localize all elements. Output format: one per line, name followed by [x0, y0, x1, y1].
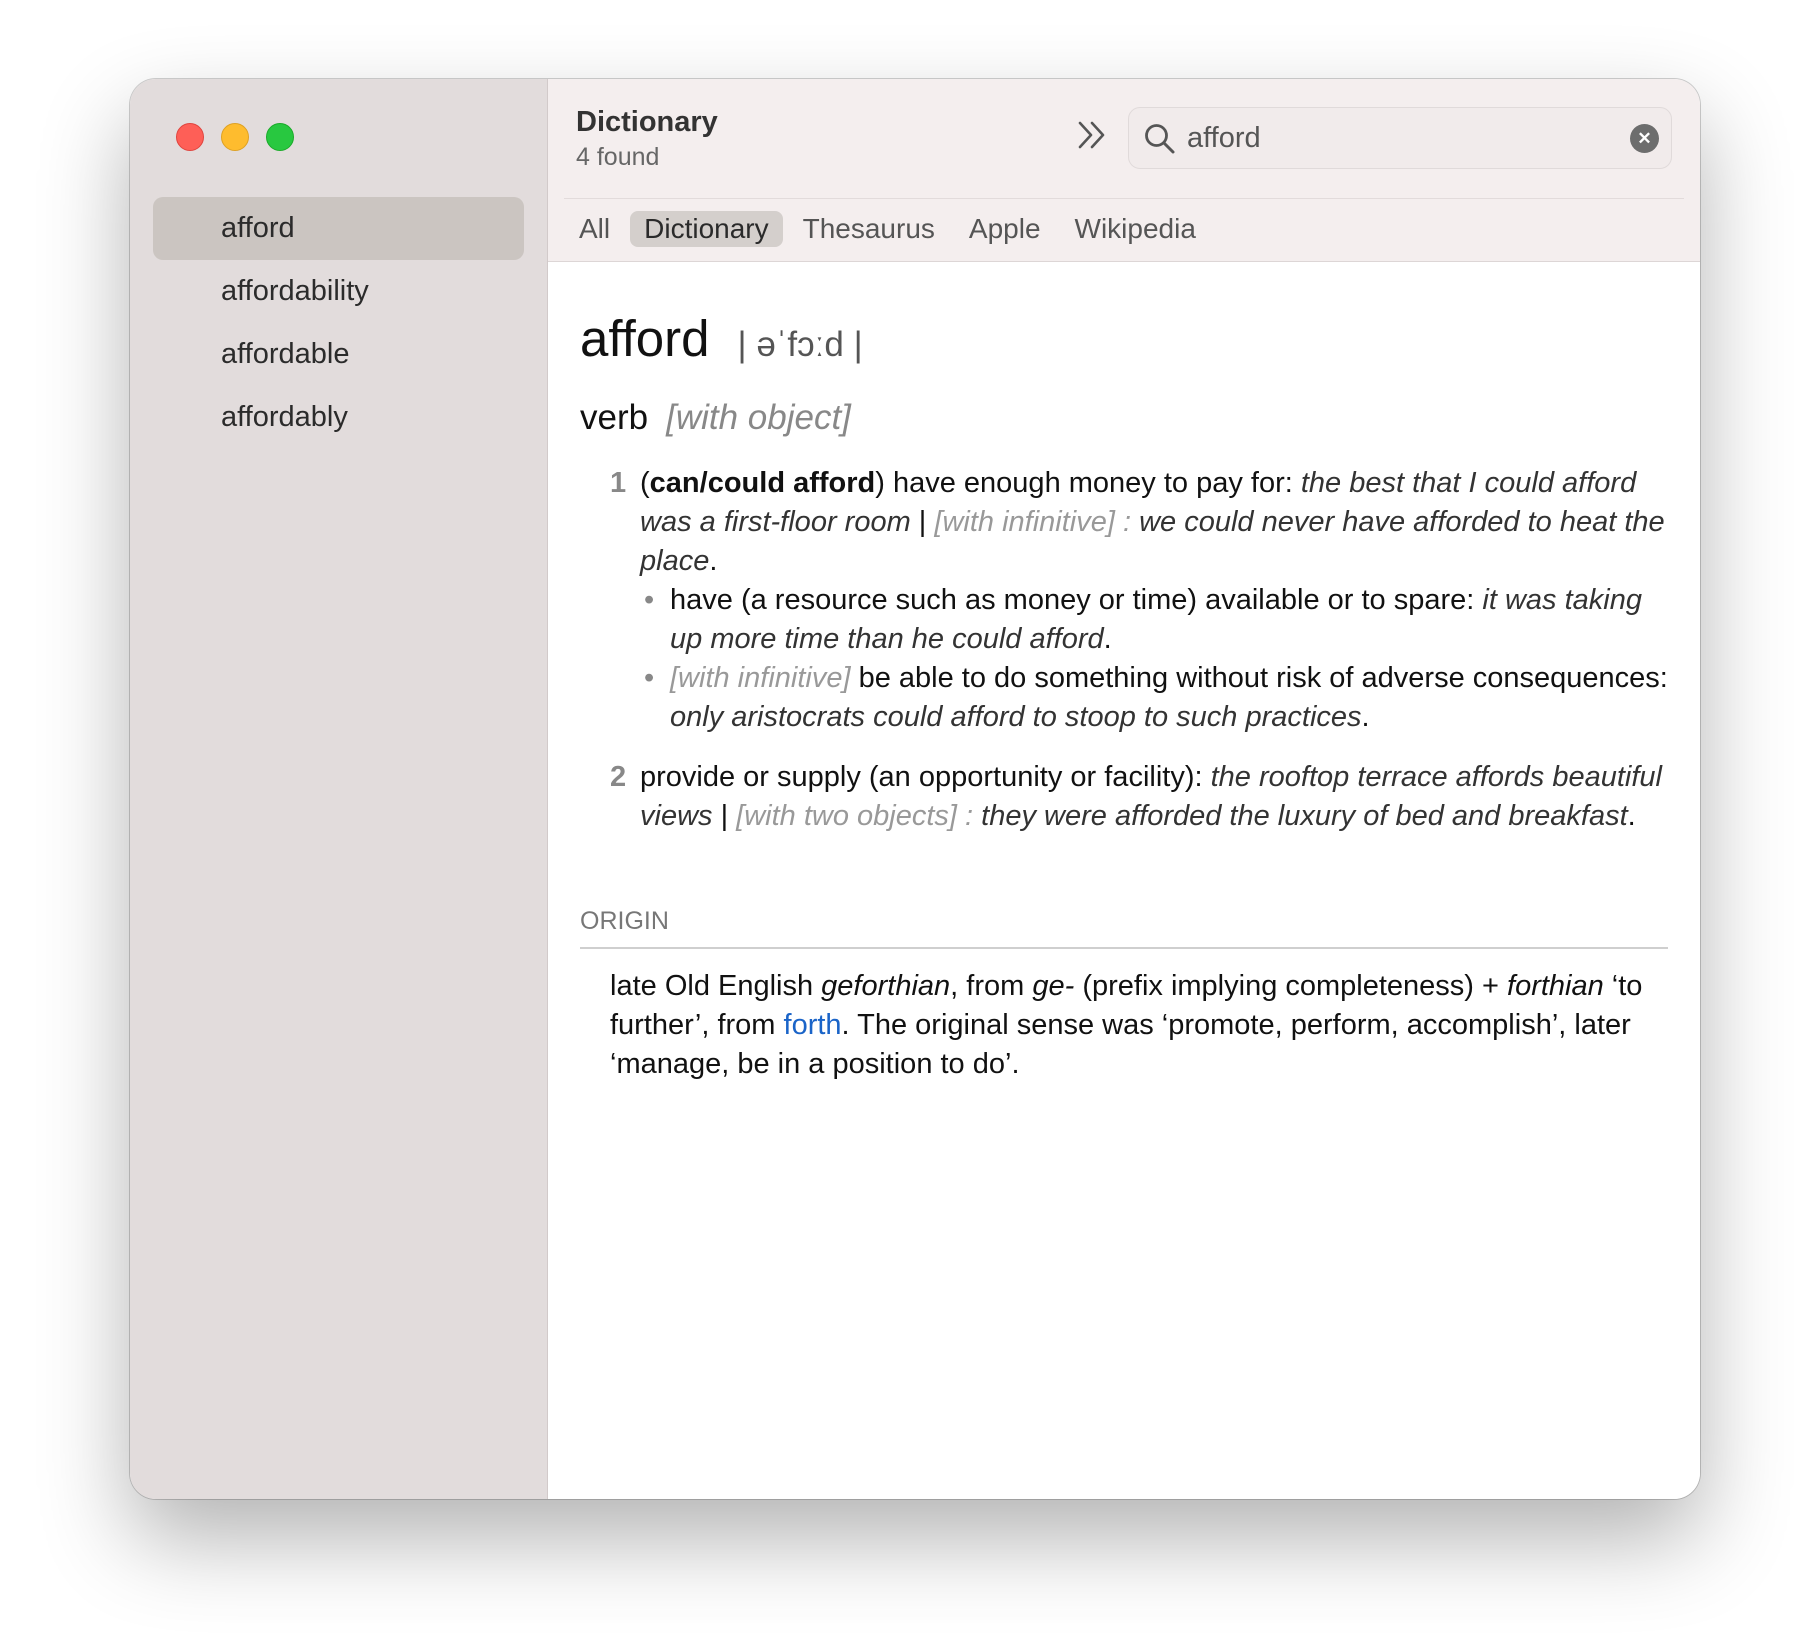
pronunciation: | əˈfɔːd |: [737, 325, 863, 364]
sense-number: 1: [610, 467, 627, 499]
minimize-window-button[interactable]: [221, 123, 249, 151]
sense-1: 1 (can/could afford) have enough money t…: [610, 464, 1668, 737]
origin-fragment: , from: [950, 970, 1033, 1002]
dictionary-window: afford affordability affordable affordab…: [130, 79, 1700, 1499]
grammar-note: [with two objects] :: [736, 800, 982, 832]
paren: ): [875, 467, 885, 499]
tab-all[interactable]: All: [565, 211, 624, 247]
period: .: [1103, 623, 1112, 655]
subsense-definition: have (a resource such as money or time) …: [670, 584, 1483, 616]
main-pane: Dictionary 4 found ✕ All Dictionary Thes…: [548, 79, 1700, 1499]
grammar-note: [with infinitive]: [670, 662, 859, 694]
subsense: • have (a resource such as money or time…: [640, 581, 1668, 659]
paren: (: [640, 467, 650, 499]
sense-phrase: can/could afford: [649, 467, 876, 499]
origin-word: forthian: [1507, 970, 1604, 1002]
origin-word: geforthian: [821, 970, 951, 1002]
sense-example: they were afforded the luxury of bed and…: [981, 800, 1628, 832]
subsense: • [with infinitive] be able to do someth…: [640, 659, 1668, 737]
definition-content: afford | əˈfɔːd | verb [with object] 1 (c…: [548, 262, 1700, 1499]
period: .: [1627, 800, 1636, 832]
tab-apple[interactable]: Apple: [955, 211, 1055, 247]
headword-row: afford | əˈfɔːd |: [580, 309, 1668, 368]
search-field[interactable]: ✕: [1128, 107, 1672, 169]
grammar-note: [with infinitive] :: [934, 506, 1140, 538]
pos-label: verb: [580, 398, 649, 437]
chevron-double-right-icon[interactable]: [1075, 119, 1109, 151]
close-window-button[interactable]: [176, 123, 204, 151]
clear-search-icon[interactable]: ✕: [1630, 124, 1659, 153]
bullet-icon: •: [644, 584, 655, 616]
sense-definition: provide or supply (an opportunity or fac…: [640, 761, 1211, 793]
sense-number: 2: [610, 761, 627, 793]
separator: |: [712, 800, 737, 832]
origin-word: ge-: [1032, 970, 1075, 1002]
source-tabs: All Dictionary Thesaurus Apple Wikipedia: [565, 211, 1210, 247]
definitions: 1 (can/could afford) have enough money t…: [580, 464, 1668, 836]
period: .: [1361, 701, 1370, 733]
subsense-definition: be able to do something without risk of …: [858, 662, 1668, 694]
search-icon: [1145, 124, 1175, 154]
sense-2: 2 provide or supply (an opportunity or f…: [610, 758, 1668, 836]
window-controls: [176, 123, 294, 151]
origin-text: late Old English geforthian, from ge- (p…: [580, 967, 1678, 1084]
pos-note: [with object]: [666, 398, 851, 437]
result-count: 4 found: [576, 143, 660, 171]
search-input[interactable]: [1187, 108, 1587, 168]
period: .: [709, 545, 718, 577]
result-item-affordably[interactable]: affordably: [153, 386, 524, 449]
result-item-affordable[interactable]: affordable: [153, 323, 524, 386]
tab-dictionary[interactable]: Dictionary: [630, 211, 783, 247]
origin-fragment: (prefix implying completeness) +: [1074, 970, 1508, 1002]
forth-link[interactable]: forth: [784, 1009, 842, 1041]
sidebar: afford affordability affordable affordab…: [130, 79, 548, 1499]
bullet-icon: •: [644, 662, 655, 694]
subsense-example: only aristocrats could afford to stoop t…: [670, 701, 1362, 733]
tab-wikipedia[interactable]: Wikipedia: [1061, 211, 1210, 247]
result-item-afford[interactable]: afford: [153, 197, 524, 260]
separator: |: [910, 506, 935, 538]
headword: afford: [580, 310, 710, 367]
origin-heading: ORIGIN: [580, 907, 1668, 949]
toolbar-divider: [564, 198, 1684, 199]
origin-fragment: late Old English: [610, 970, 822, 1002]
app-title: Dictionary: [576, 106, 718, 138]
zoom-window-button[interactable]: [266, 123, 294, 151]
results-list: afford affordability affordable affordab…: [153, 197, 524, 449]
toolbar: Dictionary 4 found ✕ All Dictionary Thes…: [548, 79, 1700, 262]
part-of-speech: verb [with object]: [580, 398, 1668, 438]
tab-thesaurus[interactable]: Thesaurus: [789, 211, 949, 247]
result-item-affordability[interactable]: affordability: [153, 260, 524, 323]
sense-definition: have enough money to pay for:: [884, 467, 1301, 499]
